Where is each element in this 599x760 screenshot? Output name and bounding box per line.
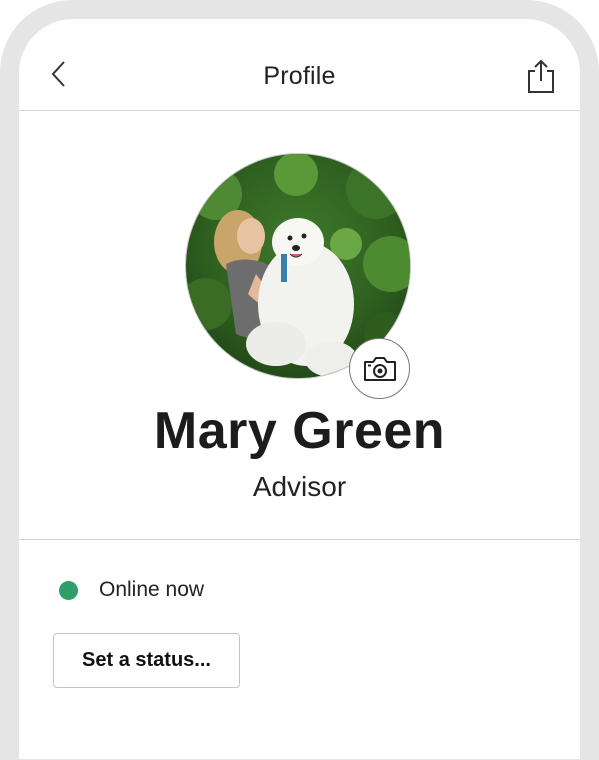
online-status-dot xyxy=(59,580,78,600)
user-name: Mary Green xyxy=(153,402,446,460)
profile-section: Mary Green Advisor xyxy=(19,111,580,540)
status-row: Online now xyxy=(59,576,204,604)
user-role: Advisor xyxy=(252,471,347,502)
status-text: Online now xyxy=(99,578,205,601)
change-photo-button[interactable] xyxy=(349,338,410,399)
profile-screen: Profile Mary Green Advisor Online now Se… xyxy=(19,19,580,759)
set-status-button[interactable]: Set a status... xyxy=(53,633,240,688)
share-icon xyxy=(528,59,554,93)
page-title: Profile xyxy=(263,62,336,90)
camera-icon xyxy=(363,356,396,381)
device-frame: Profile Mary Green Advisor Online now Se… xyxy=(0,0,599,760)
header-bar: Profile xyxy=(19,19,580,111)
share-button[interactable] xyxy=(526,58,556,94)
